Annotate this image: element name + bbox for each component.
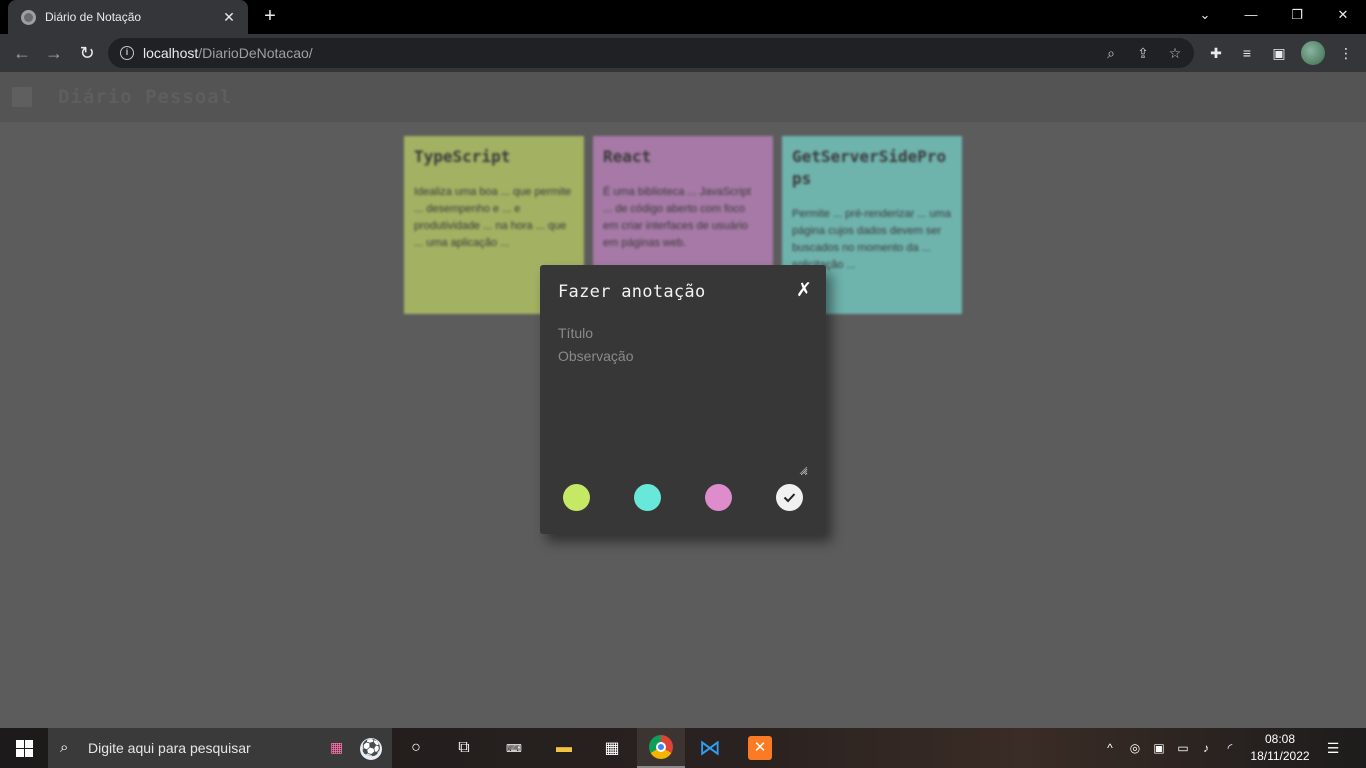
restore-button[interactable]: ❐ bbox=[1274, 0, 1320, 30]
volume-icon[interactable]: ♪ bbox=[1196, 728, 1216, 768]
taskbar-search[interactable]: ⌕ Digite aqui para pesquisar ▦ ⚽ bbox=[48, 728, 392, 768]
windows-taskbar: ⌕ Digite aqui para pesquisar ▦ ⚽ ○ ⧉ ⌨ ▬… bbox=[0, 728, 1366, 768]
url-path: /DiarioDeNotacao/ bbox=[198, 45, 313, 61]
tab-search-icon[interactable]: ⌄ bbox=[1182, 0, 1228, 30]
windows-logo-icon bbox=[15, 739, 33, 757]
color-swatch-green[interactable] bbox=[563, 484, 590, 511]
chrome-menu-icon[interactable]: ⋮ bbox=[1336, 43, 1356, 63]
reload-icon[interactable]: ↻ bbox=[75, 41, 99, 65]
resize-grip-icon[interactable] bbox=[799, 466, 808, 475]
clock-date: 18/11/2022 bbox=[1250, 749, 1310, 763]
extensions-icon[interactable]: ✚ bbox=[1206, 43, 1226, 63]
calculator-icon[interactable]: ▦ bbox=[588, 728, 636, 768]
tray-overflow-icon[interactable]: ^ bbox=[1100, 728, 1120, 768]
note-body: Permite ... pré-renderizar ... uma págin… bbox=[792, 208, 951, 271]
media-control-icon[interactable]: ≡ bbox=[1237, 43, 1257, 63]
note-body: É uma biblioteca ... JavaScript ... de c… bbox=[603, 186, 751, 249]
bookmark-star-icon[interactable]: ☆ bbox=[1166, 44, 1184, 62]
new-tab-button[interactable]: + bbox=[259, 5, 281, 27]
clock-time: 08:08 bbox=[1264, 732, 1296, 746]
minimize-button[interactable]: — bbox=[1228, 0, 1274, 30]
network-device-icon[interactable]: ▣ bbox=[1149, 728, 1169, 768]
address-bar[interactable]: i localhost/DiarioDeNotacao/ ⌕ ⇪ ☆ bbox=[108, 38, 1194, 68]
color-swatch-teal[interactable] bbox=[634, 484, 661, 511]
profile-avatar[interactable] bbox=[1301, 41, 1325, 65]
site-info-icon[interactable]: i bbox=[120, 46, 134, 60]
chrome-taskbar-icon[interactable] bbox=[637, 728, 685, 768]
battery-icon[interactable]: ▭ bbox=[1173, 728, 1193, 768]
url-host: localhost bbox=[143, 45, 199, 61]
browser-toolbar: ← → ↻ i localhost/DiarioDeNotacao/ ⌕ ⇪ ☆… bbox=[0, 34, 1366, 72]
forward-icon[interactable]: → bbox=[42, 41, 66, 65]
close-modal-button[interactable]: ✗ bbox=[794, 279, 814, 303]
app-brand: Diário Pessoal bbox=[58, 86, 233, 108]
file-explorer-icon[interactable]: ▬ bbox=[540, 728, 588, 768]
wifi-icon[interactable]: ◜ bbox=[1220, 728, 1240, 768]
note-title: GetServerSideProps bbox=[792, 147, 947, 188]
globe-icon bbox=[21, 9, 36, 25]
title-input[interactable] bbox=[558, 322, 808, 344]
new-note-modal: Fazer anotação ✗ bbox=[540, 265, 826, 534]
cortana-icon[interactable]: ○ bbox=[392, 728, 440, 768]
close-window-button[interactable]: ✕ bbox=[1320, 0, 1366, 30]
search-icon: ⌕ bbox=[60, 739, 69, 756]
notification-center-icon[interactable]: ☰ bbox=[1322, 728, 1344, 768]
app-header: Diário Pessoal bbox=[0, 72, 1366, 122]
xampp-icon[interactable]: ✕ bbox=[736, 728, 784, 768]
note-title: React bbox=[603, 147, 652, 166]
task-view-icon[interactable]: ⧉ bbox=[440, 728, 488, 768]
checkmark-icon bbox=[783, 493, 796, 503]
search-highlight-icon: ▦ bbox=[330, 739, 344, 755]
vscode-icon[interactable]: ⋈ bbox=[686, 728, 734, 768]
system-clock[interactable]: 08:08 18/11/2022 bbox=[1247, 731, 1313, 765]
share-icon[interactable]: ⇪ bbox=[1134, 44, 1152, 62]
meet-now-icon[interactable]: ◎ bbox=[1125, 728, 1145, 768]
color-swatch-pink[interactable] bbox=[705, 484, 732, 511]
page-viewport: Diário Pessoal TypeScript Idealiza uma b… bbox=[0, 72, 1366, 728]
side-panel-icon[interactable]: ▣ bbox=[1269, 43, 1289, 63]
zoom-icon[interactable]: ⌕ bbox=[1102, 44, 1120, 62]
browser-tab[interactable]: Diário de Notação ✕ bbox=[8, 0, 248, 34]
tab-title: Diário de Notação bbox=[45, 10, 142, 24]
browser-tab-strip: Diário de Notação ✕ + ⌄ — ❐ ✕ bbox=[0, 0, 1366, 34]
modal-title: Fazer anotação bbox=[558, 282, 706, 302]
chrome-logo-icon bbox=[649, 735, 673, 759]
note-title: TypeScript bbox=[414, 147, 511, 166]
observation-textarea[interactable] bbox=[558, 348, 808, 476]
start-button[interactable] bbox=[0, 728, 48, 768]
confirm-button[interactable] bbox=[776, 484, 803, 511]
back-icon[interactable]: ← bbox=[10, 41, 34, 65]
menu-icon[interactable] bbox=[12, 87, 32, 107]
soccer-ball-icon: ⚽ bbox=[360, 738, 382, 760]
tab-close-icon[interactable]: ✕ bbox=[220, 9, 238, 26]
keyboard-app-icon[interactable]: ⌨ bbox=[490, 728, 538, 768]
search-placeholder: Digite aqui para pesquisar bbox=[88, 740, 251, 756]
note-body: Idealiza uma boa ... que permite ... des… bbox=[414, 186, 572, 249]
